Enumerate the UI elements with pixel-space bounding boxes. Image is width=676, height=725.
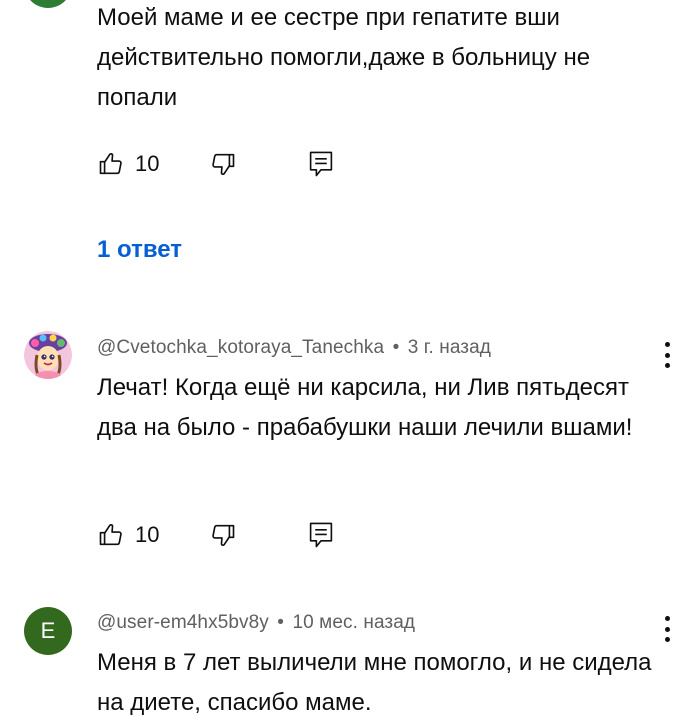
comment-actions: 10: [97, 519, 335, 551]
thumb-down-icon: [209, 521, 237, 549]
comment-meta: @user-em4hx5bv8y • 10 мес. назад: [97, 612, 415, 634]
reply-comment-icon: [307, 520, 335, 550]
comment-meta: @Cvetochka_kotoraya_Tanechka • 3 г. наза…: [97, 337, 491, 359]
more-options-icon[interactable]: [660, 340, 674, 370]
avatar[interactable]: E: [24, 607, 72, 655]
dislike-button[interactable]: [209, 148, 237, 180]
comments-screen: Моей маме и ее сестре при гепатите вши д…: [0, 0, 676, 725]
avatar-letter: E: [40, 618, 56, 643]
reply-button[interactable]: [307, 148, 335, 180]
thumb-down-icon: [209, 150, 237, 178]
meta-separator: •: [392, 337, 400, 358]
comment-text: Лечат! Когда ещё ни карсила, ни Лив пять…: [97, 374, 633, 441]
reply-button[interactable]: [307, 519, 335, 551]
thumb-up-icon: [97, 521, 125, 549]
comment-actions: 10: [97, 148, 335, 180]
like-count: 10: [135, 151, 160, 176]
author-handle[interactable]: @user-em4hx5bv8y: [97, 612, 269, 633]
comment-text: Меня в 7 лет выличели мне помогло, и не …: [97, 649, 652, 716]
comment-age: 10 мес. назад: [292, 612, 416, 633]
reply-comment-icon: [307, 149, 335, 179]
replies-link[interactable]: 1 ответ: [97, 236, 182, 264]
meta-separator: •: [277, 612, 285, 633]
comment-text: Моей маме и ее сестре при гепатите вши д…: [97, 4, 591, 111]
like-button[interactable]: 10: [97, 519, 159, 551]
comment-age: 3 г. назад: [407, 337, 491, 358]
thumb-up-icon: [97, 150, 125, 178]
more-options-icon[interactable]: [660, 614, 674, 644]
dislike-button[interactable]: [209, 519, 237, 551]
like-count: 10: [135, 522, 160, 547]
avatar[interactable]: [24, 0, 72, 8]
author-handle[interactable]: @Cvetochka_kotoraya_Tanechka: [97, 337, 384, 358]
avatar[interactable]: [24, 331, 72, 379]
like-button[interactable]: 10: [97, 148, 159, 180]
